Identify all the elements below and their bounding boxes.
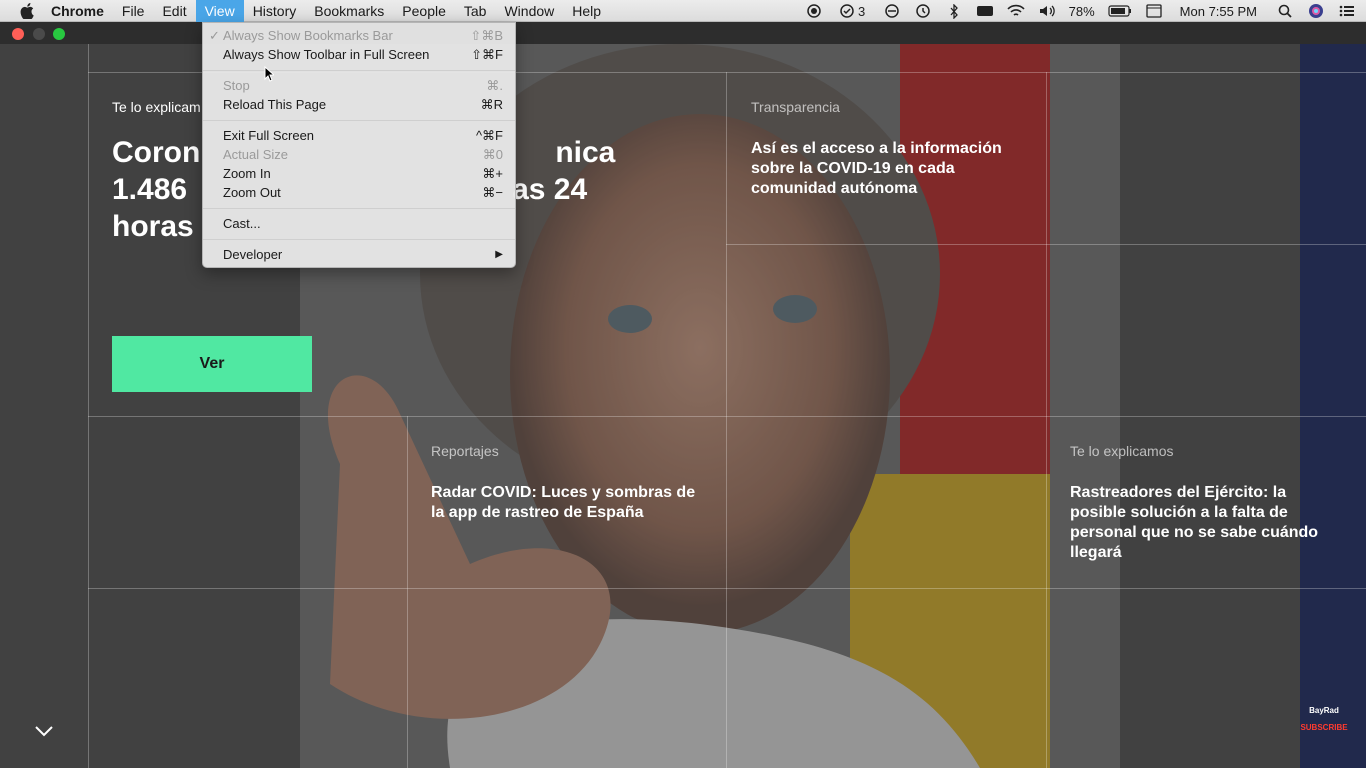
- watermark-brand: BayRad: [1309, 706, 1339, 715]
- menu-separator: [203, 208, 515, 209]
- menu-item-label: Developer: [223, 247, 283, 262]
- grid-divider: [726, 244, 1366, 245]
- hero-title-line2-end: as 24: [512, 173, 588, 206]
- menu-item-label: Exit Full Screen: [223, 128, 315, 143]
- menu-item-zoom-in[interactable]: Zoom In ⌘+: [203, 164, 515, 183]
- article-card-reportajes[interactable]: Reportajes Radar COVID: Luces y sombras …: [431, 443, 706, 523]
- menu-item-label: Always Show Bookmarks Bar: [223, 28, 393, 43]
- menu-item-shortcut: ⌘−: [482, 185, 503, 200]
- menu-item-stop[interactable]: Stop ⌘.: [203, 76, 515, 95]
- menu-history[interactable]: History: [244, 0, 306, 22]
- menu-view[interactable]: View: [195, 0, 244, 22]
- submenu-arrow-icon: ▶: [495, 249, 503, 260]
- menu-item-exit-full-screen[interactable]: Exit Full Screen ^⌘F: [203, 126, 515, 145]
- battery-percent: 78%: [1068, 3, 1095, 19]
- siri-icon[interactable]: [1307, 3, 1325, 19]
- menu-item-shortcut: ^⌘F: [475, 128, 503, 143]
- menu-separator: [203, 70, 515, 71]
- checkmark-icon: ✓: [209, 28, 220, 43]
- menu-help[interactable]: Help: [563, 0, 610, 22]
- article-kicker: Te lo explicamos: [1070, 443, 1174, 459]
- menu-item-label: Always Show Toolbar in Full Screen: [223, 47, 430, 62]
- menu-item-developer[interactable]: Developer ▶: [203, 245, 515, 264]
- menu-item-shortcut: ⇧⌘B: [470, 28, 503, 43]
- article-kicker: Transparencia: [751, 99, 840, 115]
- watermark-subscribe: SUBSCRIBE: [1300, 723, 1348, 732]
- status-area: 3 78% Mon 7:55 PM: [805, 0, 1356, 22]
- do-not-disturb-icon[interactable]: [883, 3, 901, 19]
- volume-icon[interactable]: [1038, 3, 1056, 19]
- grid-divider: [88, 588, 1366, 589]
- menu-item-zoom-out[interactable]: Zoom Out ⌘−: [203, 183, 515, 202]
- menu-bar: Chrome File Edit View History Bookmarks …: [0, 0, 1366, 22]
- menu-people[interactable]: People: [393, 0, 455, 22]
- chevron-down-icon[interactable]: [33, 724, 55, 738]
- grid-divider: [726, 72, 727, 768]
- menu-item-shortcut: ⌘R: [480, 97, 503, 112]
- menu-item-cast[interactable]: Cast...: [203, 214, 515, 233]
- record-icon[interactable]: [805, 3, 823, 19]
- minimize-window-button[interactable]: [33, 28, 45, 40]
- menu-window[interactable]: Window: [495, 0, 563, 22]
- apple-icon[interactable]: [12, 0, 42, 22]
- time-machine-icon[interactable]: [914, 3, 932, 19]
- menu-item-label: Zoom Out: [223, 185, 281, 200]
- menu-tab[interactable]: Tab: [455, 0, 496, 22]
- menu-item-reload-page[interactable]: Reload This Page ⌘R: [203, 95, 515, 114]
- menu-file[interactable]: File: [113, 0, 154, 22]
- article-kicker: Reportajes: [431, 443, 499, 459]
- clock[interactable]: Mon 7:55 PM: [1180, 4, 1257, 19]
- grid-divider: [88, 416, 1366, 417]
- menu-item-label: Zoom In: [223, 166, 271, 181]
- mouse-cursor-icon: [264, 66, 274, 82]
- article-card-explicamos[interactable]: Te lo explicamos Rastreadores del Ejérci…: [1070, 443, 1330, 563]
- close-window-button[interactable]: [12, 28, 24, 40]
- article-card-transparencia[interactable]: Transparencia Así es el acceso a la info…: [751, 99, 1011, 199]
- article-headline: Rastreadores del Ejército: la posible so…: [1070, 484, 1319, 561]
- grid-divider: [88, 44, 89, 768]
- menu-item-shortcut: ⌘0: [482, 147, 503, 162]
- view-menu-dropdown: ✓ Always Show Bookmarks Bar ⇧⌘B Always S…: [202, 22, 516, 268]
- fullscreen-window-button[interactable]: [53, 28, 65, 40]
- hero-title-line1-end: nica: [555, 136, 616, 169]
- menu-item-always-show-toolbar[interactable]: Always Show Toolbar in Full Screen ⇧⌘F: [203, 45, 515, 64]
- battery-icon[interactable]: [1108, 3, 1132, 19]
- channel-watermark: BayRad SUBSCRIBE: [1296, 706, 1352, 732]
- ver-button[interactable]: Ver: [112, 336, 312, 392]
- notification-center-icon[interactable]: [1338, 3, 1356, 19]
- spotlight-search-icon[interactable]: [1276, 3, 1294, 19]
- menu-item-label: Stop: [223, 78, 250, 93]
- grid-divider: [407, 416, 408, 768]
- menu-item-label: Reload This Page: [223, 97, 327, 112]
- menu-app-chrome[interactable]: Chrome: [42, 0, 113, 22]
- article-headline: Radar COVID: Luces y sombras de la app d…: [431, 484, 696, 521]
- bluetooth-icon[interactable]: [945, 3, 963, 19]
- menu-item-always-show-bookmarks-bar[interactable]: ✓ Always Show Bookmarks Bar ⇧⌘B: [203, 26, 515, 45]
- menu-item-actual-size[interactable]: Actual Size ⌘0: [203, 145, 515, 164]
- menu-edit[interactable]: Edit: [153, 0, 195, 22]
- badge-count: 3: [858, 3, 866, 19]
- hero-title-line2: 1.486: [112, 173, 188, 206]
- wifi-icon[interactable]: [1007, 3, 1025, 19]
- article-headline: Así es el acceso a la información sobre …: [751, 140, 1002, 197]
- hero-title-line1: Coron: [112, 136, 201, 169]
- menu-item-label: Actual Size: [223, 147, 289, 162]
- grid-divider: [1046, 72, 1047, 768]
- hero-kicker: Te lo explicam: [112, 99, 201, 115]
- menu-item-label: Cast...: [223, 216, 261, 231]
- menu-separator: [203, 239, 515, 240]
- menu-separator: [203, 120, 515, 121]
- menu-item-shortcut: ⇧⌘F: [471, 47, 503, 62]
- sidecar-icon[interactable]: [1145, 3, 1163, 19]
- checkmark-badge-icon[interactable]: 3: [836, 3, 870, 19]
- menu-item-shortcut: ⌘.: [486, 78, 503, 93]
- keyboard-icon[interactable]: [976, 3, 994, 19]
- menu-bookmarks[interactable]: Bookmarks: [305, 0, 393, 22]
- menu-item-shortcut: ⌘+: [482, 166, 503, 181]
